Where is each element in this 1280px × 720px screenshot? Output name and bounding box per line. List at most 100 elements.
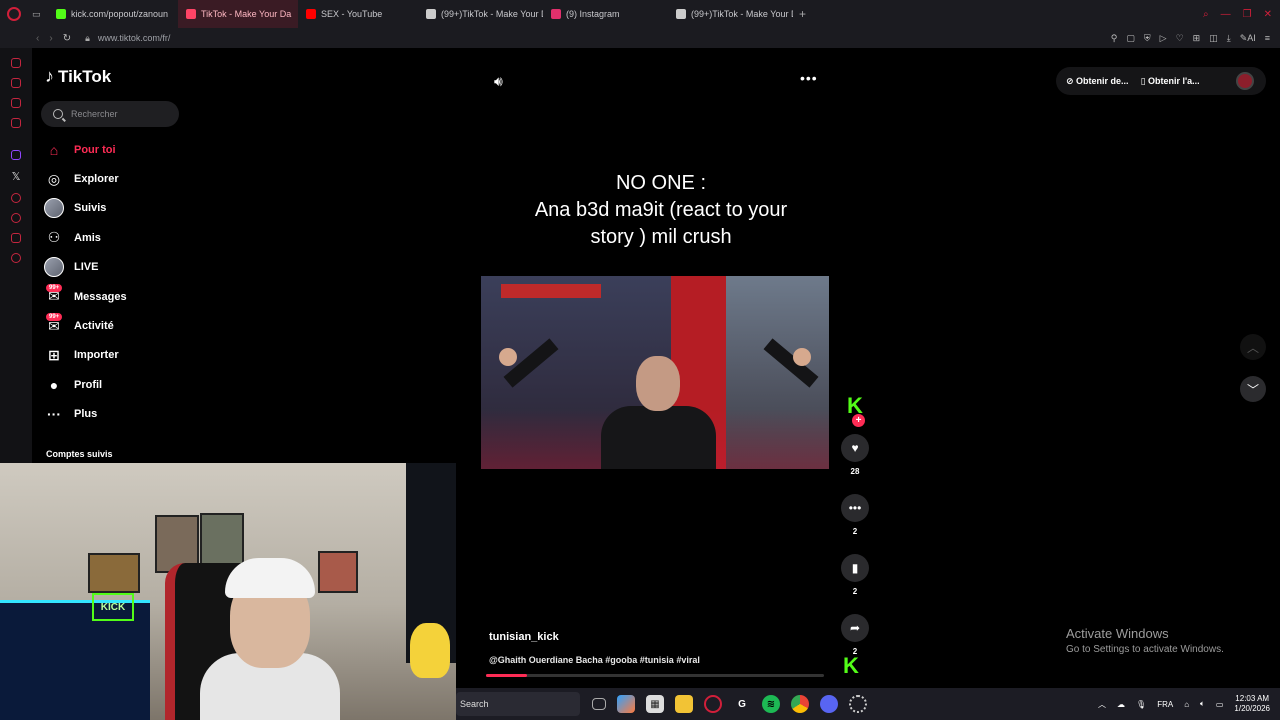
sidebar-chat-icon[interactable]: [11, 98, 21, 108]
volume-tray-icon[interactable]: 🔈︎: [1200, 699, 1205, 709]
nav-item-suivis[interactable]: Suivis: [44, 194, 127, 223]
sidebar-twitch-icon[interactable]: [11, 150, 21, 160]
opera-logo-icon[interactable]: [0, 0, 28, 28]
plush-toy: [410, 623, 450, 678]
profile-avatar[interactable]: [1236, 72, 1254, 90]
chrome-icon[interactable]: [791, 695, 809, 713]
video-author[interactable]: tunisian_kick: [489, 631, 559, 643]
url-field[interactable]: www.tiktok.com/fr/: [98, 33, 171, 43]
close-button[interactable]: ✕: [1264, 9, 1272, 20]
nav-item-explorer[interactable]: ◎ Explorer: [44, 164, 127, 193]
next-video-button[interactable]: ﹀: [1240, 376, 1266, 402]
search-input[interactable]: Rechercher: [41, 101, 179, 127]
previous-video-button[interactable]: ︿: [1240, 334, 1266, 360]
settings-taskbar-icon[interactable]: [849, 695, 867, 713]
new-tab-button[interactable]: +: [793, 7, 812, 21]
file-explorer-icon[interactable]: [675, 695, 693, 713]
sidebar-history-icon[interactable]: [11, 213, 21, 223]
video-progress-fill: [486, 674, 527, 677]
like-action[interactable]: ♥ 28: [840, 434, 870, 477]
search-tabs-icon[interactable]: ⌕: [1203, 9, 1209, 20]
browser-tab[interactable]: SEX - YouTube: [298, 0, 418, 28]
clock[interactable]: 12:03 AM 1/20/2026: [1234, 694, 1270, 714]
heart-icon[interactable]: ♥: [841, 434, 869, 462]
taskbar-search[interactable]: Search: [456, 692, 580, 716]
download-icon[interactable]: ⤓: [1227, 33, 1231, 44]
sidebar-bag-icon[interactable]: [11, 78, 21, 88]
video-player[interactable]: [481, 276, 829, 469]
browser-tab[interactable]: (9) Instagram: [543, 0, 668, 28]
music-disc-icon[interactable]: K: [843, 653, 859, 679]
lock-icon: 🔒︎: [85, 32, 90, 43]
minimize-button[interactable]: —: [1221, 9, 1231, 20]
follow-plus-icon[interactable]: +: [852, 414, 865, 427]
bookmark-icon[interactable]: ⊞: [1193, 33, 1201, 44]
opera-taskbar-icon[interactable]: [704, 695, 722, 713]
get-app-button[interactable]: ▯ Obtenir l'a...: [1141, 76, 1200, 87]
sidebar-settings-icon[interactable]: [11, 253, 21, 263]
pin-icon[interactable]: ⚲: [1111, 33, 1118, 44]
messages-icon: ✉ 99+: [44, 283, 64, 307]
get-coins-button[interactable]: ⊘ Obtenir de...: [1066, 76, 1129, 87]
nav-item-importer[interactable]: ⊞ Importer: [44, 341, 127, 370]
play-icon[interactable]: ▷: [1160, 33, 1167, 44]
nav-label: Amis: [74, 231, 101, 244]
activate-windows-watermark: Activate Windows Go to Settings to activ…: [1066, 626, 1224, 655]
menu-icon[interactable]: ≡: [1265, 33, 1270, 43]
reload-button[interactable]: ↻: [63, 33, 71, 44]
tiktok-note-icon: ♪: [45, 66, 54, 86]
nav-item-plus[interactable]: ··· Plus: [44, 400, 127, 429]
maximize-button[interactable]: ❐: [1243, 9, 1252, 20]
nav-item-live[interactable]: LIVE: [44, 253, 127, 282]
sidebar-aria-icon[interactable]: [11, 58, 21, 68]
tiktok-logo[interactable]: ♪ TikTok: [45, 66, 111, 87]
nav-item-amis[interactable]: ⚇ Amis: [44, 223, 127, 252]
onedrive-icon[interactable]: ☁: [1117, 700, 1125, 709]
network-icon[interactable]: ⌂: [1184, 700, 1189, 709]
copilot-icon[interactable]: [617, 695, 635, 713]
sidebar-pinboard-icon[interactable]: [11, 233, 21, 243]
sidebar-player-icon[interactable]: [11, 193, 21, 203]
forward-button[interactable]: ›: [49, 33, 52, 44]
browser-tab[interactable]: kick.com/popout/zanoun: [48, 0, 178, 28]
battery-icon[interactable]: ▭: [1216, 700, 1224, 709]
comment-icon[interactable]: •••: [841, 494, 869, 522]
share-action[interactable]: ➦ 2: [840, 614, 870, 657]
more-options-icon[interactable]: •••: [800, 70, 818, 86]
back-button[interactable]: ‹: [36, 33, 39, 44]
share-icon[interactable]: ➦: [841, 614, 869, 642]
top-right-toolbar: ⊘ Obtenir de... ▯ Obtenir l'a...: [1056, 67, 1266, 95]
author-avatar[interactable]: K +: [844, 395, 866, 427]
snapshot-icon[interactable]: ▢: [1126, 33, 1135, 44]
ai-icon[interactable]: ✎AI: [1240, 33, 1256, 44]
windows-taskbar: Search ▦ G ≋ ︿ ☁ 🎙︎ FRA ⌂ 🔈︎ ▭ 12:03 AM …: [456, 688, 1280, 720]
language-indicator[interactable]: FRA: [1157, 700, 1173, 709]
epic-icon[interactable]: G: [733, 695, 751, 713]
nav-item-messages[interactable]: ✉ 99+ Messages: [44, 282, 127, 311]
volume-icon[interactable]: 🔊︎: [494, 73, 503, 90]
mic-icon[interactable]: 🎙︎: [1136, 700, 1146, 709]
taskview-icon[interactable]: [592, 698, 606, 710]
sidebar-x-icon[interactable]: 𝕏: [0, 170, 32, 183]
save-action[interactable]: ▮ 2: [840, 554, 870, 597]
nav-item-pourtoi[interactable]: ⌂ Pour toi: [44, 135, 127, 164]
tab-favicon-icon: [551, 9, 561, 19]
nav-item-activit[interactable]: ✉ 99+ Activité: [44, 311, 127, 340]
browser-tab[interactable]: TikTok - Make Your Da: [178, 0, 298, 28]
browser-tab[interactable]: (99+)TikTok - Make Your D: [418, 0, 543, 28]
tab-workspaces[interactable]: ▭: [28, 0, 48, 28]
nav-item-profil[interactable]: ● Profil: [44, 370, 127, 399]
bookmark-icon[interactable]: ▮: [841, 554, 869, 582]
heart-icon[interactable]: ♡: [1176, 33, 1184, 44]
discord-icon[interactable]: [820, 695, 838, 713]
sidebar-youtube-icon[interactable]: [11, 118, 21, 128]
wallet-icon[interactable]: ◫: [1209, 33, 1218, 44]
tray-chevron-icon[interactable]: ︿: [1098, 699, 1106, 710]
shield-icon[interactable]: ⛨: [1144, 33, 1151, 44]
comment-action[interactable]: ••• 2: [840, 494, 870, 537]
spotify-icon[interactable]: ≋: [762, 695, 780, 713]
browser-tab[interactable]: (99+)TikTok - Make Your D: [668, 0, 793, 28]
video-description[interactable]: @Ghaith Ouerdiane Bacha #gooba #tunisia …: [489, 655, 700, 665]
video-progress-bar[interactable]: [486, 674, 824, 677]
store-icon[interactable]: ▦: [646, 695, 664, 713]
